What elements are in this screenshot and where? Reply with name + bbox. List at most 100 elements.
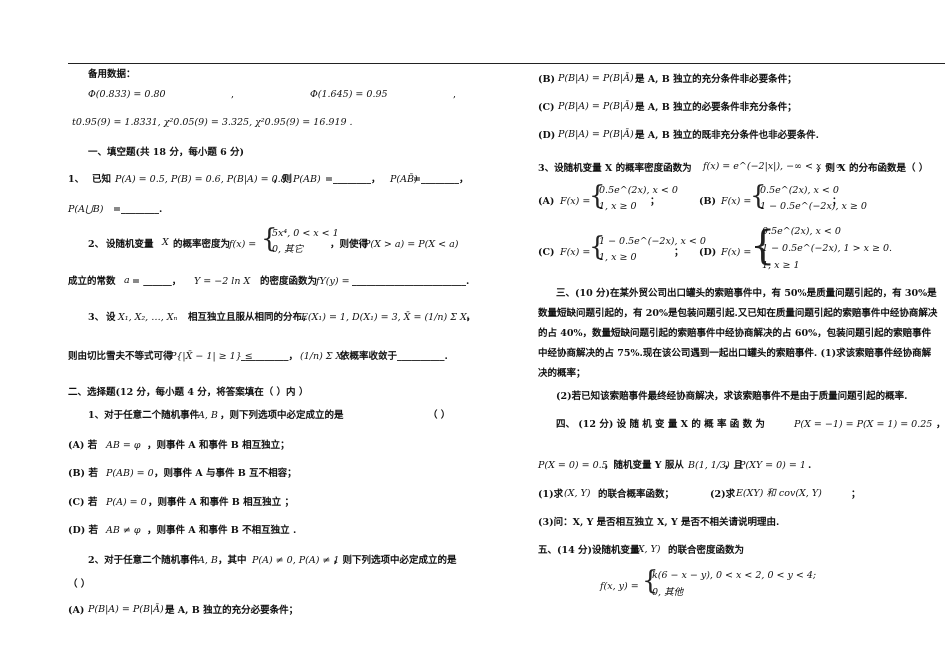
q2-label: 2、 [88, 239, 105, 250]
c1-option-c-math: P(A) = 0 [106, 497, 147, 508]
c1-option-a: (A) 若 [68, 440, 98, 451]
c3-option-a-case-1: 0.5e^(2x), x < 0 [599, 185, 678, 196]
c1-answer-paren: （ ） [428, 410, 451, 421]
q3-blank-1: __________， [241, 351, 299, 362]
c1-option-b-text: ，则事件 A 与事件 B 互不相容； [154, 468, 297, 479]
section-4-text: ，随机变量 Y 服从 [604, 460, 684, 471]
q1-blank-1: =________， [325, 174, 381, 185]
section-4-q1: (1)求 [538, 489, 564, 500]
q3-blank-2: 依概率收敛于__________. [340, 351, 448, 362]
c3-option-d-case-1: 0.5e^(2x), x < 0 [762, 226, 841, 237]
comma: , [453, 89, 457, 100]
phi-value-1: Φ(0.833) = 0.80 [88, 89, 166, 100]
q2-line2: 成立的常数 [68, 276, 116, 287]
c2-option-c-text: 是 A, B 独立的必要条件非充分条件； [635, 102, 797, 113]
c1-option-b-math: P(AB) = 0 [106, 468, 154, 479]
c3-option-b-case-2: 1 − 0.5e^(−2x), x ≥ 0 [760, 201, 867, 212]
c3-option-a-f: F(x) = [560, 196, 591, 207]
q2-case-1: 5x⁴, 0 < x < 1 [272, 228, 339, 239]
section-5-case-2: 0, 其他 [652, 587, 684, 598]
section-4-comma: ， [936, 419, 945, 430]
section-5-case-1: k(6 − x − y), 0 < x < 2, 0 < y < 4; [652, 570, 817, 581]
c3-stem: 3、设随机变量 X 的概率密度函数为 [538, 163, 692, 174]
q2-fy: fY(y) = [316, 276, 350, 287]
section-4-stem: 四、 (12 分) 设 随 机 变 量 X 的 概 率 函 数 为 [556, 419, 765, 430]
c2-condition: P(A) ≠ 0, P(A) ≠ 1 [252, 555, 340, 566]
c2-option-a-text: 是 A, B 独立的充分必要条件； [165, 605, 299, 616]
section-3-q2: (2)若已知该索赔事件最终经协商解决，求该索赔事件不是由于质量问题引起的概率. [556, 391, 908, 402]
c3-option-c-end: ； [674, 247, 684, 258]
c2-option-b: (B) [538, 74, 556, 85]
q2-density-label: f(x) = [229, 239, 257, 250]
section-4-p0: P(X = 0) = 0.5 [538, 460, 608, 471]
c3-option-a: (A) [538, 196, 555, 207]
q2-condition: P(X > a) = P(X < a) [364, 239, 459, 250]
c1-stem: ，则下列选项中必定成立的是 [220, 410, 344, 421]
header-rule [68, 63, 945, 64]
q2-transform: Y = −2 ln X [194, 276, 251, 287]
q3-moments: E(X₁) = 1, D(X₁) = 3, X̄ = (1/n) Σ Xᵢ [301, 312, 469, 323]
c1-option-d-text: ，则事件 A 和事件 B 不相互独立 . [147, 525, 297, 536]
c2-events: A, B [198, 555, 218, 566]
section-4-pxy: P(XY = 0) = 1 [739, 460, 806, 471]
quantile-values: t0.95(9) = 1.8331, χ²0.05(9) = 3.325, χ²… [72, 117, 353, 128]
c2-stem: ，则下列选项中必定成立的是 [333, 555, 457, 566]
c2-option-b-math: P(B|A) = P(B|Ā) [558, 73, 634, 84]
q3-text: 相互独立且服从相同的分布， [188, 312, 312, 323]
c1-option-b: (B) 若 [68, 468, 98, 479]
c1-events: A, B [198, 410, 218, 421]
q2-text: 的密度函数为 [260, 276, 318, 287]
q2-text: 的概率密度为 [173, 239, 231, 250]
c3-option-a-case-2: 1, x ≥ 0 [599, 201, 637, 212]
section-4-q2-math: E(XY) 和 cov(X, Y) [736, 488, 822, 499]
c3-option-c-f: F(x) = [560, 247, 591, 258]
c1-option-d-math: AB ≠ φ [106, 525, 141, 536]
q1-pab: P(AB) [293, 174, 321, 185]
q1-text: ，则 [273, 174, 293, 185]
section-4-q1-math: (X, Y) [564, 488, 591, 499]
q3-text: ， [466, 312, 476, 323]
section-2-title: 二、选择题(12 分，每小题 4 分，将答案填在（ ）内 ） [68, 387, 309, 398]
c1-option-d: (D) 若 [68, 525, 99, 536]
section-5-density-label: f(x, y) = [600, 581, 639, 592]
q2-var-x: X [162, 237, 169, 248]
c2-option-a: (A) [68, 605, 85, 616]
q3-vars: X₁, X₂, …, Xₙ [118, 312, 178, 323]
q2-blank-a: = ______， [132, 276, 182, 287]
c3-option-d-case-2: 1 − 0.5e^(−2x), 1 > x ≥ 0. [762, 243, 893, 254]
c3-option-c-case-2: 1, x ≥ 0 [599, 252, 637, 263]
c3-option-d: (D) [699, 247, 717, 258]
c1-option-a-text: ，则事件 A 和事件 B 相互独立； [147, 440, 290, 451]
c1-stem: 1、对于任意二个随机事件 [88, 410, 200, 421]
c2-option-c: (C) [538, 102, 555, 113]
c1-option-c: (C) 若 [68, 497, 98, 508]
c2-stem: ，其中 [218, 555, 247, 566]
section-4-q3: (3)问：X, Y 是否相互独立 X, Y 是否不相关请说明理由. [538, 517, 780, 528]
c3-stem: ，则 X 的分布函数是（ ） [816, 163, 929, 174]
q3-text: 设 [106, 312, 116, 323]
c2-option-d-math: P(B|A) = P(B|Ā) [558, 129, 634, 140]
q2-const-a: a [124, 275, 130, 286]
c2-option-c-math: P(B|A) = P(B|Ā) [558, 101, 634, 112]
section-4-q1-text: 的联合概率函数； [598, 489, 675, 500]
q1-text: 已知 [92, 174, 112, 185]
backup-data-title: 备用数据： [88, 69, 136, 80]
c3-option-c-case-1: 1 − 0.5e^(−2x), x < 0 [599, 236, 706, 247]
c3-option-b-f: F(x) = [721, 196, 752, 207]
q1-blank-2: =________， [413, 174, 469, 185]
c3-option-c: (C) [538, 247, 555, 258]
c2-option-a-math: P(B|A) = P(B|Ā) [88, 604, 164, 615]
c3-option-b-case-1: 0.5e^(2x), x < 0 [760, 185, 839, 196]
c2-option-d-text: 是 A, B 独立的既非充分条件也非必要条件. [635, 130, 819, 141]
section-4-q2-text: ； [851, 489, 861, 500]
c3-option-a-end: ； [650, 196, 660, 207]
c2-answer-paren: （ ） [68, 579, 91, 590]
q1-blank-3: =________. [113, 204, 163, 215]
c3-option-b: (B) [699, 196, 717, 207]
section-1-title: 一、填空题(共 18 分，每小题 6 分) [88, 147, 245, 158]
c3-option-b-end: ； [832, 196, 842, 207]
q2-text: 设随机变量 [106, 239, 154, 250]
c3-option-d-case-3: 1, x ≥ 1 [762, 260, 800, 271]
q1-p-union: P(A⋃B) [68, 204, 104, 215]
comma: , [231, 89, 235, 100]
